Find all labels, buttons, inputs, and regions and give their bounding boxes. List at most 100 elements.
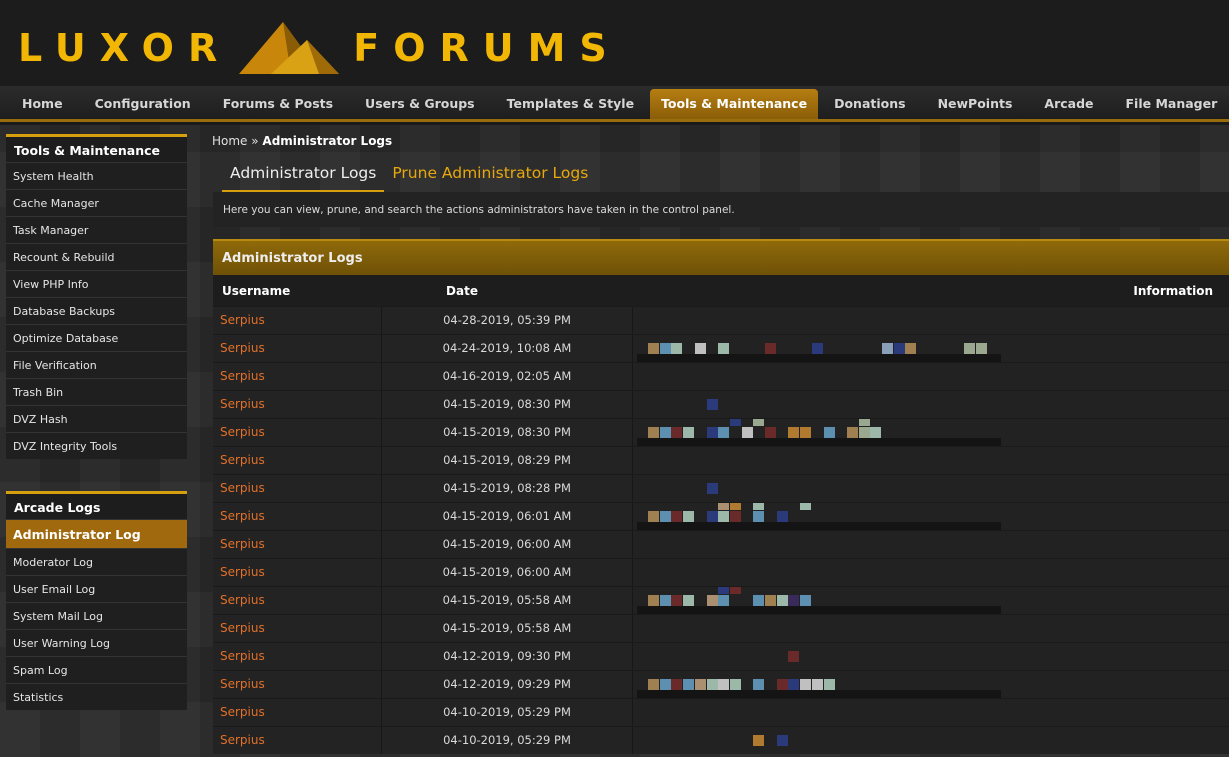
- username-link[interactable]: Serpius: [213, 531, 382, 558]
- sidebar-item-system-health[interactable]: System Health: [6, 162, 187, 189]
- table-row: Serpius 04-15-2019, 06:00 AM: [213, 558, 1229, 586]
- date-cell: 04-24-2019, 10:08 AM: [382, 335, 633, 362]
- username-link[interactable]: Serpius: [213, 391, 382, 418]
- sidebar-item-administrator-log[interactable]: Administrator Log: [6, 519, 187, 548]
- nav-forums-posts[interactable]: Forums & Posts: [207, 89, 349, 119]
- sidebar-item-database-backups[interactable]: Database Backups: [6, 297, 187, 324]
- sidebar-item-moderator-log[interactable]: Moderator Log: [6, 548, 187, 575]
- redacted-pixel: [706, 427, 718, 438]
- username-link[interactable]: Serpius: [213, 559, 382, 586]
- sidebar-group-title: Arcade Logs: [6, 491, 187, 519]
- sidebar-item-dvz-hash[interactable]: DVZ Hash: [6, 405, 187, 432]
- sidebar-item-user-warning-log[interactable]: User Warning Log: [6, 629, 187, 656]
- table-row: Serpius 04-15-2019, 08:29 PM: [213, 446, 1229, 474]
- redacted-pixel: [753, 679, 765, 690]
- breadcrumb-home[interactable]: Home: [212, 134, 247, 148]
- sidebar-item-file-verification[interactable]: File Verification: [6, 351, 187, 378]
- sidebar-item-statistics[interactable]: Statistics: [6, 683, 187, 710]
- date-cell: 04-15-2019, 06:00 AM: [382, 531, 633, 558]
- username-link[interactable]: Serpius: [213, 419, 382, 446]
- sidebar-item-view-php-info[interactable]: View PHP Info: [6, 270, 187, 297]
- redacted-pixel: [788, 679, 800, 690]
- redacted-pixel: [776, 511, 788, 522]
- username-link[interactable]: Serpius: [213, 727, 382, 754]
- redacted-pixel: [729, 419, 741, 426]
- column-header-username: Username: [222, 283, 291, 298]
- redacted-pixel: [659, 343, 671, 354]
- nav-arcade[interactable]: Arcade: [1028, 89, 1109, 119]
- nav-tools-maintenance[interactable]: Tools & Maintenance: [650, 89, 819, 119]
- redacted-pixel: [788, 427, 800, 438]
- nav-users-groups[interactable]: Users & Groups: [349, 89, 491, 119]
- table-row: Serpius 04-15-2019, 05:58 AM: [213, 586, 1229, 614]
- information-cell: [633, 503, 1229, 530]
- tab-administrator-logs[interactable]: Administrator Logs: [222, 157, 385, 193]
- username-link[interactable]: Serpius: [213, 643, 382, 670]
- sidebar-item-recount-rebuild[interactable]: Recount & Rebuild: [6, 243, 187, 270]
- redacted-pixel: [729, 587, 741, 594]
- redacted-pixel: [648, 427, 659, 438]
- username-link[interactable]: Serpius: [213, 503, 382, 530]
- sidebar-item-spam-log[interactable]: Spam Log: [6, 656, 187, 683]
- sidebar-arcade-logs: Arcade Logs Administrator Log Moderator …: [6, 491, 187, 710]
- sidebar-item-user-email-log[interactable]: User Email Log: [6, 575, 187, 602]
- redacted-pixel: [718, 679, 730, 690]
- redacted-pixel: [963, 343, 975, 354]
- username-link[interactable]: Serpius: [213, 363, 382, 390]
- table-row: Serpius 04-12-2019, 09:30 PM: [213, 642, 1229, 670]
- redacted-pixel: [671, 427, 683, 438]
- sidebar-item-optimize-database[interactable]: Optimize Database: [6, 324, 187, 351]
- date-cell: 04-15-2019, 05:58 AM: [382, 615, 633, 642]
- table-row: Serpius 04-15-2019, 06:01 AM: [213, 502, 1229, 530]
- username-link[interactable]: Serpius: [213, 475, 382, 502]
- nav-donations[interactable]: Donations: [818, 89, 921, 119]
- nav-templates-style[interactable]: Templates & Style: [491, 89, 650, 119]
- redacted-pixel: [706, 595, 718, 606]
- redacted-pixel: [671, 343, 683, 354]
- redacted-pixel: [753, 419, 765, 426]
- information-cell: [633, 475, 1229, 502]
- sidebar-item-dvz-integrity[interactable]: DVZ Integrity Tools: [6, 432, 187, 459]
- site-logo[interactable]: LUXOR FORUMS: [18, 16, 621, 80]
- table-row: Serpius 04-24-2019, 10:08 AM: [213, 334, 1229, 362]
- table-row: Serpius 04-12-2019, 09:29 PM: [213, 670, 1229, 698]
- username-link[interactable]: Serpius: [213, 699, 382, 726]
- redacted-pixel: [846, 427, 858, 438]
- nav-configuration[interactable]: Configuration: [79, 89, 207, 119]
- table-header: Username Date Information: [213, 275, 1229, 306]
- information-cell: [633, 391, 1229, 418]
- redacted-pixel: [753, 735, 765, 746]
- redacted-info: [637, 354, 1001, 362]
- sidebar-item-cache-manager[interactable]: Cache Manager: [6, 189, 187, 216]
- pyramid-logo-icon: [239, 22, 340, 74]
- username-link[interactable]: Serpius: [213, 447, 382, 474]
- sidebar-item-task-manager[interactable]: Task Manager: [6, 216, 187, 243]
- username-link[interactable]: Serpius: [213, 671, 382, 698]
- redacted-pixel: [659, 595, 671, 606]
- nav-newpoints[interactable]: NewPoints: [922, 89, 1029, 119]
- redacted-pixel: [729, 511, 741, 522]
- redacted-pixel: [718, 595, 730, 606]
- date-cell: 04-15-2019, 08:28 PM: [382, 475, 633, 502]
- username-link[interactable]: Serpius: [213, 615, 382, 642]
- redacted-pixel: [765, 343, 776, 354]
- sidebar-item-trash-bin[interactable]: Trash Bin: [6, 378, 187, 405]
- nav-file-manager[interactable]: File Manager: [1110, 89, 1229, 119]
- redacted-pixel: [765, 595, 776, 606]
- redacted-pixel: [718, 587, 730, 594]
- username-link[interactable]: Serpius: [213, 335, 382, 362]
- table-row: Serpius 04-28-2019, 05:39 PM: [213, 306, 1229, 334]
- redacted-pixel: [811, 343, 823, 354]
- table-title: Administrator Logs: [213, 239, 1229, 275]
- information-cell: [633, 307, 1229, 334]
- nav-home[interactable]: Home: [6, 89, 79, 119]
- redacted-pixel: [706, 679, 718, 690]
- tab-prune-administrator-logs[interactable]: Prune Administrator Logs: [384, 157, 596, 193]
- table-row: Serpius 04-10-2019, 05:29 PM: [213, 698, 1229, 726]
- username-link[interactable]: Serpius: [213, 587, 382, 614]
- sidebar-item-system-mail-log[interactable]: System Mail Log: [6, 602, 187, 629]
- redacted-pixel: [718, 511, 730, 522]
- username-link[interactable]: Serpius: [213, 307, 382, 334]
- redacted-pixel: [659, 679, 671, 690]
- redacted-pixel: [729, 679, 741, 690]
